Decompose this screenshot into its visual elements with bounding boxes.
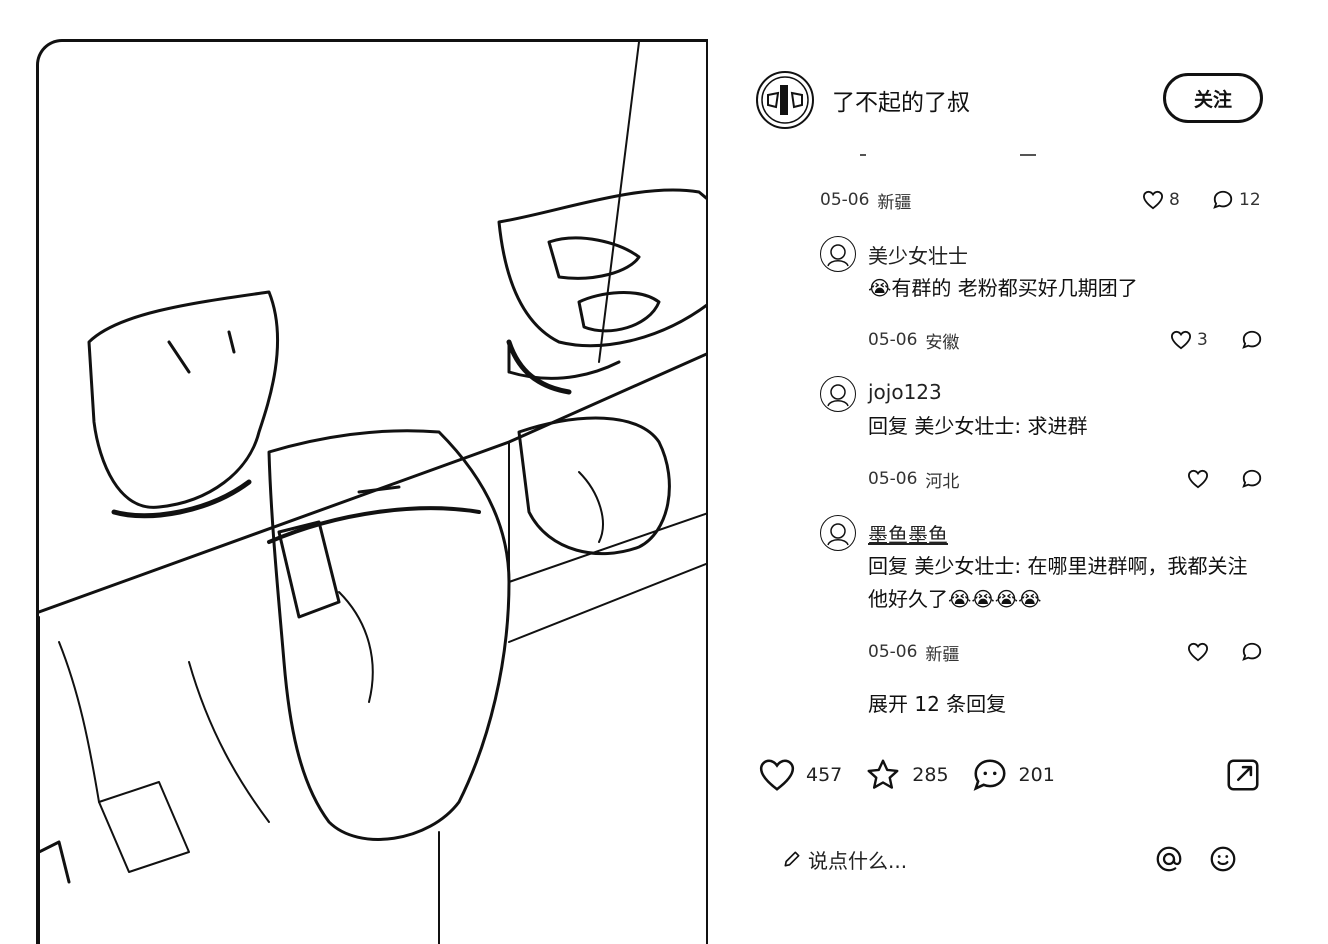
commenter-avatar[interactable] [820, 376, 856, 412]
author-header: 了不起的了叔 [756, 70, 970, 130]
comment-date: 05-06 [868, 469, 918, 489]
reply-count: 12 [1239, 190, 1261, 210]
post-actions: 457 285 201 [758, 754, 1077, 796]
commenter-avatar[interactable] [820, 236, 856, 272]
comment-bubble-icon[interactable] [1241, 641, 1263, 663]
avatar-image-icon [827, 523, 849, 546]
comment-date: 05-06 [868, 642, 918, 662]
thread-date: 05-06 [820, 190, 870, 210]
smiley-icon[interactable] [1208, 844, 1238, 874]
comment-input[interactable]: 说点什么... [782, 843, 907, 875]
comment-text: 回复 美少女壮士: 求进群 [868, 414, 1088, 438]
post-like-count: 457 [806, 764, 843, 786]
share-button[interactable] [1224, 756, 1262, 794]
share-icon[interactable] [1224, 756, 1262, 794]
comment-meta: 05-06 河北 [868, 466, 959, 492]
thread-reply[interactable]: 12 [1212, 187, 1261, 213]
comment-date: 05-06 [868, 330, 918, 350]
commenter-name[interactable]: 墨鱼墨鱼 [868, 519, 948, 548]
crying-emoji-icon: 😭 [868, 276, 892, 300]
comment-reply[interactable] [1241, 466, 1263, 492]
avatar-image-icon [827, 244, 849, 267]
commenter-avatar[interactable] [820, 515, 856, 551]
avatar-image-icon [827, 384, 849, 407]
slippers-photo-drawing [39, 42, 708, 944]
thread-location: 新疆 [877, 192, 912, 213]
expand-replies-link[interactable]: 展开 12 条回复 [868, 688, 1006, 717]
thread-meta: 05-06 新疆 [820, 187, 911, 213]
commenter-name[interactable]: 美少女壮士 [868, 240, 968, 269]
heart-icon[interactable] [1187, 469, 1209, 489]
comment-reply[interactable] [1241, 639, 1263, 665]
avatar-image-icon [761, 76, 809, 124]
photo-divider [706, 39, 708, 944]
comment-text: 😭有群的 老粉都买好几期团了 [868, 276, 1138, 300]
mention-button[interactable] [1154, 844, 1184, 874]
like-button[interactable]: 457 [758, 757, 842, 793]
comment-like[interactable] [1187, 466, 1209, 492]
comment-bubble-icon[interactable] [971, 756, 1009, 794]
comment-meta: 05-06 安徽 [868, 327, 959, 353]
comment-button[interactable]: 201 [971, 756, 1055, 794]
heart-icon[interactable] [1170, 330, 1192, 350]
comment-bubble-icon[interactable] [1241, 329, 1263, 351]
emoji-button[interactable] [1208, 844, 1238, 874]
comment-text: 回复 美少女壮士: 在哪里进群啊，我都关注他好久了😭😭😭😭 [868, 554, 1248, 611]
favorite-button[interactable]: 285 [864, 757, 949, 793]
heart-icon[interactable] [1187, 642, 1209, 662]
comment-input-placeholder: 说点什么... [808, 848, 908, 873]
like-count: 8 [1169, 190, 1180, 210]
star-icon[interactable] [864, 757, 902, 793]
divider-fragment [860, 154, 866, 156]
heart-icon[interactable] [758, 757, 796, 793]
like-count: 3 [1197, 330, 1208, 350]
at-icon[interactable] [1154, 844, 1184, 874]
divider-fragment [1020, 154, 1036, 156]
comment-location: 新疆 [925, 644, 960, 665]
comment-like[interactable]: 3 [1170, 327, 1208, 353]
author-avatar[interactable] [756, 71, 814, 129]
comment-reply[interactable] [1241, 327, 1263, 353]
post-favorite-count: 285 [912, 764, 949, 786]
thread-like[interactable]: 8 [1142, 187, 1180, 213]
comment-meta: 05-06 新疆 [868, 639, 959, 665]
comment-location: 安徽 [925, 332, 960, 353]
comment-like[interactable] [1187, 639, 1209, 665]
post-comment-count: 201 [1018, 764, 1055, 786]
comment-location: 河北 [925, 471, 960, 492]
commenter-name[interactable]: jojo123 [868, 380, 942, 404]
pencil-icon [782, 849, 802, 869]
follow-button[interactable]: 关注 [1163, 73, 1263, 123]
author-name[interactable]: 了不起的了叔 [832, 83, 970, 117]
post-photo[interactable] [36, 39, 708, 944]
heart-icon[interactable] [1142, 190, 1164, 210]
comment-bubble-icon[interactable] [1241, 468, 1263, 490]
comment-bubble-icon[interactable] [1212, 189, 1234, 211]
